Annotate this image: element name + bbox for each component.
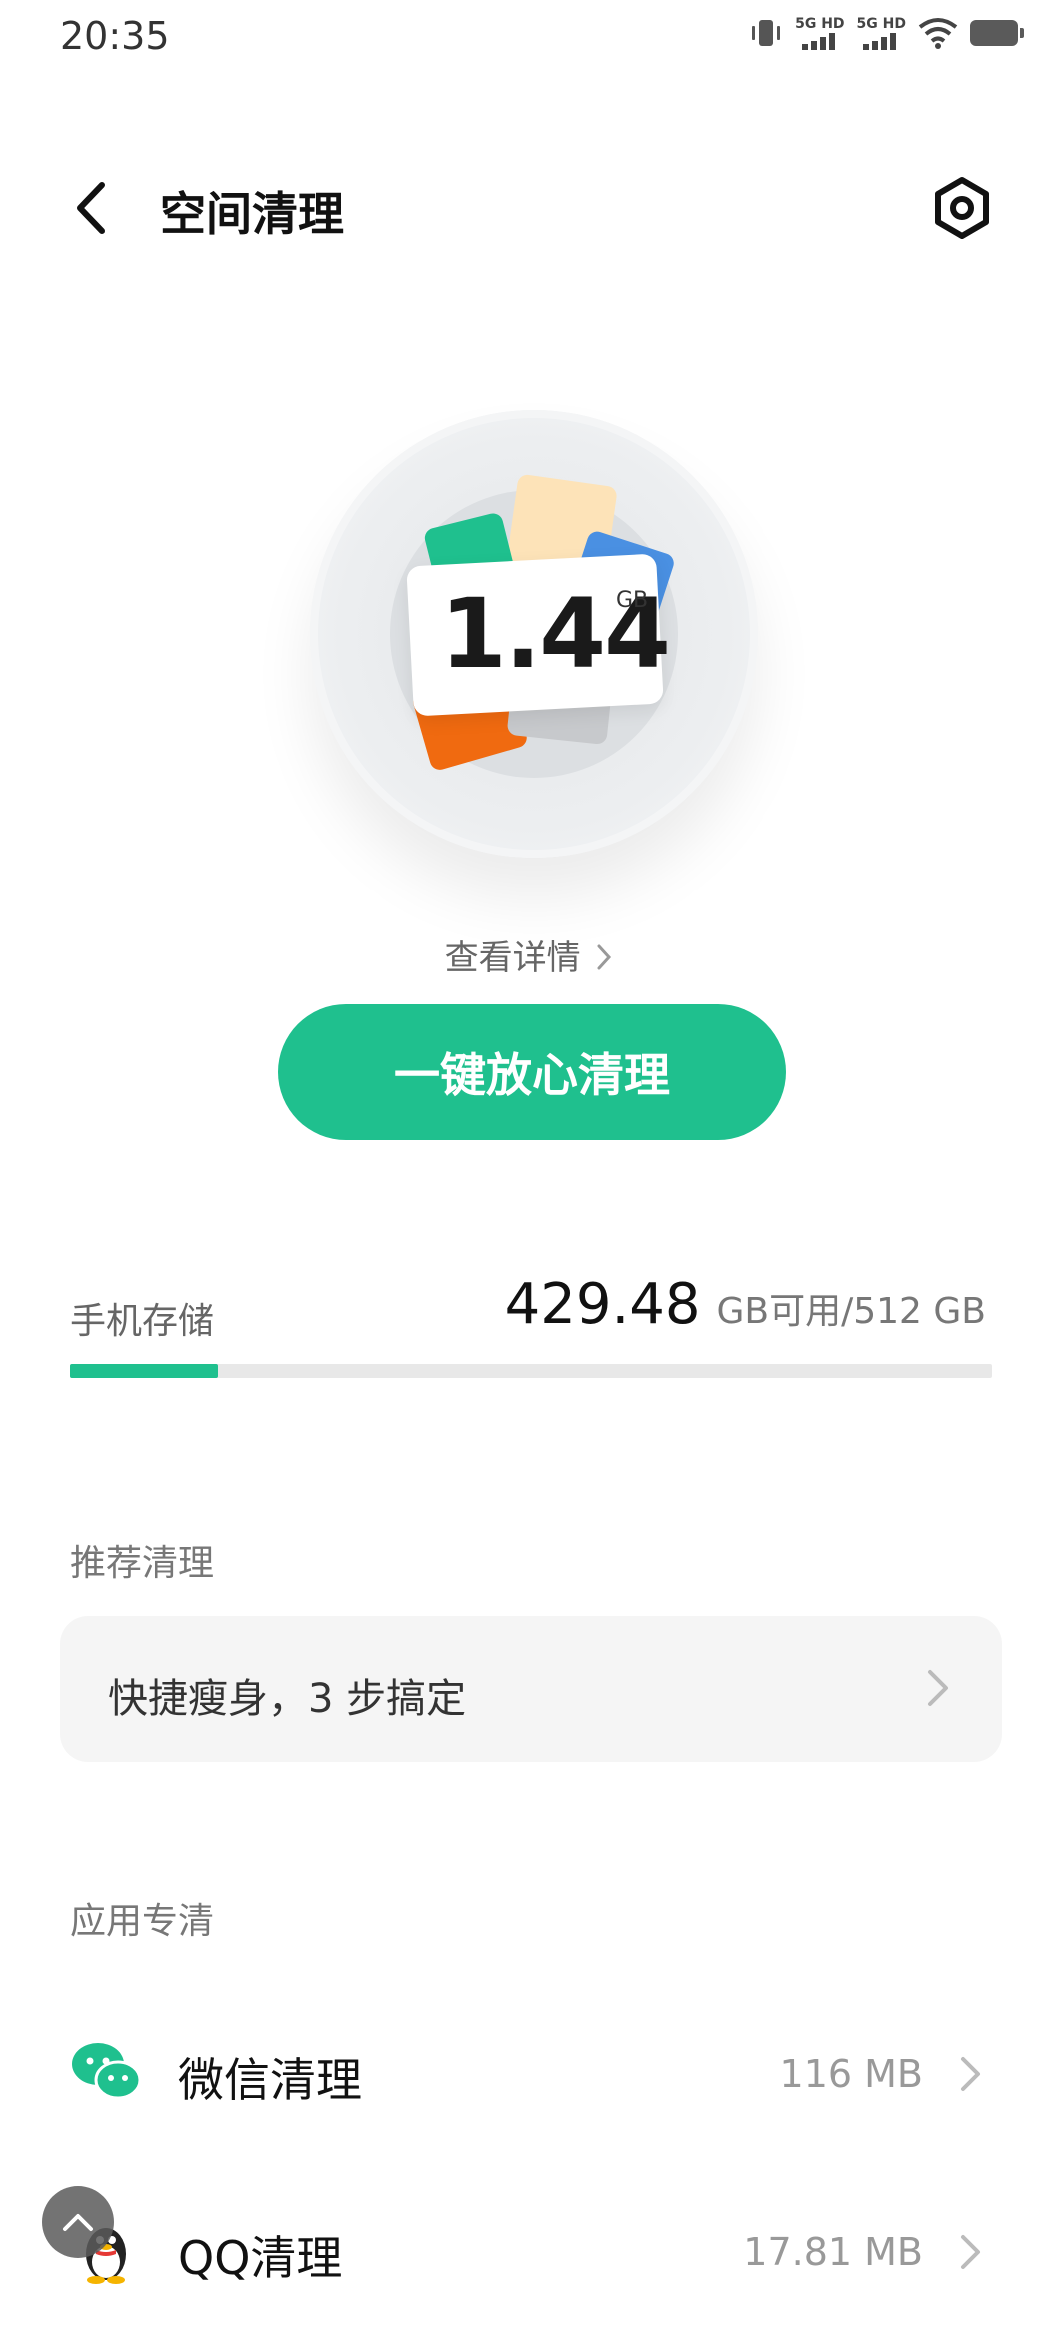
quick-slim-label: 快捷瘦身，3 步搞定	[108, 1676, 467, 1722]
chevron-up-icon	[63, 2214, 93, 2231]
app-name: QQ清理	[178, 2231, 343, 2285]
back-button[interactable]	[62, 178, 122, 238]
network-label-2: 5G HD	[856, 16, 906, 32]
chevron-left-icon	[77, 182, 105, 234]
app-row-wechat[interactable]: 微信清理 116 MB	[0, 2008, 1058, 2138]
storage-progress-fill	[70, 1364, 219, 1378]
storage-capacity-text: GB可用/512 GB	[716, 1291, 986, 1332]
scroll-to-top-button[interactable]	[42, 2186, 114, 2258]
chevron-right-icon	[597, 944, 612, 970]
signal-icon	[863, 33, 897, 50]
chevron-right-icon	[928, 1670, 948, 1706]
status-time: 20:35	[60, 14, 170, 58]
chevron-right-icon	[961, 2235, 980, 2269]
network-label-1: 5G HD	[795, 16, 845, 32]
storage-label: 手机存储	[70, 1301, 215, 1342]
app-size: 17.81 MB	[743, 2230, 923, 2274]
settings-button[interactable]	[930, 176, 994, 240]
junk-size-unit: GB	[616, 588, 649, 613]
settings-icon	[935, 177, 989, 239]
storage-progress-bar	[70, 1364, 992, 1378]
chevron-right-icon	[961, 2057, 980, 2091]
status-icons: 5G HD 5G HD	[749, 16, 1024, 50]
signal-2: 5G HD	[857, 16, 906, 50]
one-tap-clean-button[interactable]: 一键放心清理	[278, 1004, 786, 1140]
battery-icon	[970, 20, 1024, 46]
app-name: 微信清理	[178, 2053, 362, 2107]
app-cleanup-section-label: 应用专清	[70, 1901, 215, 1942]
view-details-label: 查看详情	[444, 938, 581, 978]
vibrate-icon	[752, 20, 781, 46]
storage-available: 429.48 GB可用/512 GB	[505, 1272, 986, 1337]
signal-1: 5G HD	[795, 16, 845, 50]
page-title: 空间清理	[160, 187, 344, 241]
wechat-icon	[72, 2043, 142, 2100]
app-row-qq[interactable]: QQ清理 17.81 MB	[0, 2186, 1058, 2316]
app-size: 116 MB	[779, 2052, 923, 2096]
signal-icon	[801, 33, 835, 50]
wifi-icon	[918, 18, 958, 49]
quick-slim-card[interactable]: 快捷瘦身，3 步搞定	[60, 1616, 1002, 1762]
view-details-link[interactable]: 查看详情	[0, 930, 1058, 979]
recommended-section-label: 推荐清理	[70, 1543, 215, 1584]
storage-available-value: 429.48	[504, 1272, 701, 1337]
